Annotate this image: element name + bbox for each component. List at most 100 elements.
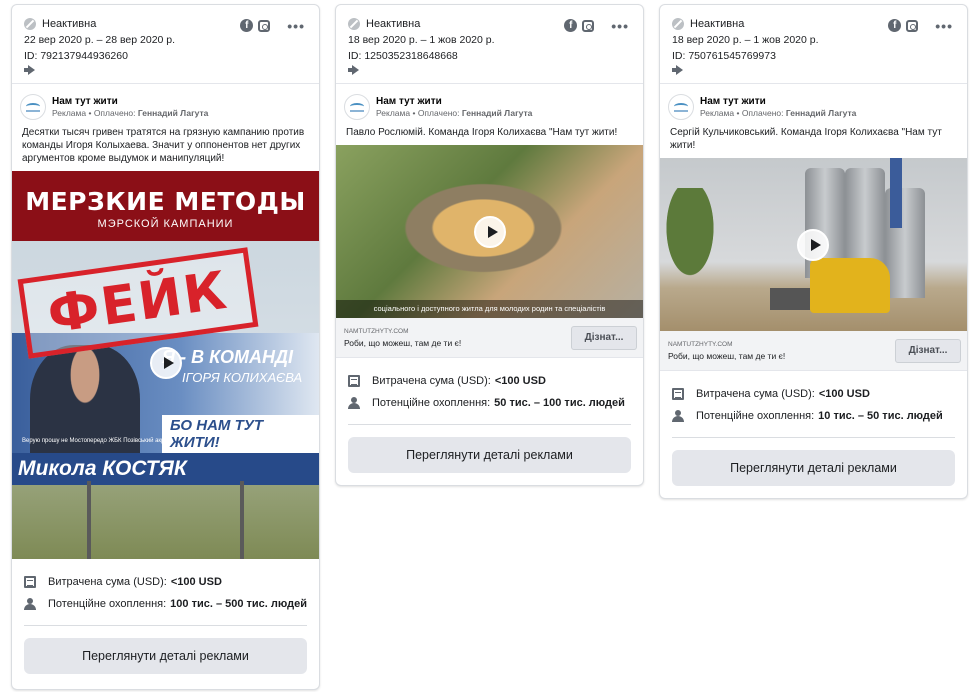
ad-card: Неактивна 22 вер 2020 р. – 28 вер 2020 р…: [11, 4, 320, 690]
inactive-icon: [24, 18, 36, 30]
page-name[interactable]: Нам тут жити: [376, 96, 532, 108]
ad-header: Нам тут жити Реклама • Оплачено: Геннади…: [660, 84, 967, 122]
avatar[interactable]: [20, 94, 46, 120]
reach-value: 50 тис. – 100 тис. людей: [494, 397, 625, 409]
platforms: f •••: [888, 19, 953, 33]
document-icon: [672, 388, 684, 400]
ad-meta: Неактивна 18 вер 2020 р. – 1 жов 2020 р.…: [660, 5, 967, 84]
sponsored-label: Реклама: [52, 107, 87, 118]
tower: [890, 158, 902, 228]
platforms: f •••: [240, 19, 305, 33]
megaphone-icon: [672, 65, 686, 75]
play-icon[interactable]: [149, 347, 182, 379]
paid-by-prefix: • Оплачено:: [736, 107, 784, 118]
spent-row: Витрачена сума (USD): <100 USD: [24, 571, 307, 593]
date-range: 18 вер 2020 р. – 1 жов 2020 р.: [348, 34, 495, 46]
sponsored-line: Реклама • Оплачено: Геннадий Лагута: [700, 108, 856, 119]
reach-row: Потенційне охоплення: 100 тис. – 500 тис…: [24, 593, 307, 615]
status-label: Неактивна: [366, 18, 421, 30]
paid-by-prefix: • Оплачено:: [412, 107, 460, 118]
reach-label: Потенційне охоплення:: [372, 397, 491, 409]
play-icon[interactable]: [797, 228, 829, 261]
status-label: Неактивна: [690, 18, 745, 30]
document-icon: [348, 375, 360, 387]
spent-value: <100 USD: [494, 375, 546, 387]
reach-value: 10 тис. – 50 тис. людей: [818, 410, 943, 422]
link-preview[interactable]: NAMTUTZHYTY.COM Роби, що можеш, там де т…: [660, 331, 967, 371]
reach-row: Потенційне охоплення: 10 тис. – 50 тис. …: [672, 405, 955, 427]
avatar[interactable]: [344, 94, 370, 120]
ad-video[interactable]: [660, 158, 967, 331]
billboard-small-text: Верую прошу не Мостопередо ЖБК Позівськи…: [22, 438, 165, 444]
ad-video[interactable]: соціального і доступного житла для молод…: [336, 145, 643, 318]
link-caption: Роби, що можеш, там де ти є!: [344, 337, 462, 348]
billboard-line1: Я - В КОМАНДІ: [162, 347, 293, 367]
date-range: 18 вер 2020 р. – 1 жов 2020 р.: [672, 34, 819, 46]
spent-label: Витрачена сума (USD):: [48, 576, 167, 588]
facebook-icon: f: [888, 19, 902, 32]
ad-id: ID: 1250352318648668: [348, 50, 458, 62]
people-icon: [348, 397, 360, 409]
paid-by: Геннадий Лагута: [137, 107, 209, 118]
spent-row: Витрачена сума (USD): <100 USD: [348, 370, 631, 392]
loader: [770, 258, 890, 313]
more-options-icon[interactable]: •••: [287, 19, 305, 33]
instagram-icon: [906, 19, 919, 32]
learn-more-button[interactable]: Дізнат...: [895, 338, 961, 363]
spent-label: Витрачена сума (USD):: [696, 388, 815, 400]
facebook-icon: f: [564, 19, 578, 32]
ad-id: ID: 792137944936260: [24, 50, 128, 62]
page-name[interactable]: Нам тут жити: [52, 96, 208, 108]
instagram-icon: [258, 19, 271, 32]
poster-headline: МЕРЗКИЕ МЕТОДЫ: [25, 187, 306, 216]
tree: [660, 188, 720, 288]
facebook-icon: f: [240, 19, 254, 32]
poster-banner: МЕРЗКИЕ МЕТОДЫ МЭРСКОЙ КАМПАНИИ: [12, 171, 319, 241]
post: [87, 481, 91, 559]
people-icon: [24, 598, 36, 610]
sponsored-line: Реклама • Оплачено: Геннадий Лагута: [52, 108, 208, 119]
spent-value: <100 USD: [818, 388, 870, 400]
reach-value: 100 тис. – 500 тис. людей: [170, 598, 308, 610]
learn-more-button[interactable]: Дізнат...: [571, 325, 637, 350]
play-icon[interactable]: [473, 215, 506, 248]
sponsored-label: Реклама: [376, 107, 411, 118]
people-icon: [672, 410, 684, 422]
billboard-slogan: БО НАМ ТУТ ЖИТИ!: [162, 415, 319, 453]
ad-header: Нам тут жити Реклама • Оплачено: Геннади…: [336, 84, 643, 122]
ad-meta: Неактивна 18 вер 2020 р. – 1 жов 2020 р.…: [336, 5, 643, 84]
page-name[interactable]: Нам тут жити: [700, 96, 856, 108]
reach-row: Потенційне охоплення: 50 тис. – 100 тис.…: [348, 392, 631, 414]
poster-subheadline: МЭРСКОЙ КАМПАНИИ: [97, 218, 234, 230]
ad-text: Десятки тысяч гривен тратятся на грязную…: [22, 127, 305, 164]
ad-stats: Витрачена сума (USD): <100 USD Потенційн…: [660, 371, 967, 427]
see-ad-details-button[interactable]: Переглянути деталі реклами: [672, 450, 955, 486]
see-ad-details-button[interactable]: Переглянути деталі реклами: [348, 437, 631, 473]
divider: [24, 625, 307, 626]
ad-stats: Витрачена сума (USD): <100 USD Потенційн…: [336, 358, 643, 414]
divider: [672, 437, 955, 438]
paid-by: Геннадий Лагута: [461, 107, 533, 118]
link-domain: NAMTUTZHYTY.COM: [668, 340, 733, 348]
spent-value: <100 USD: [170, 576, 222, 588]
see-ad-details-button[interactable]: Переглянути деталі реклами: [24, 638, 307, 674]
divider: [348, 424, 631, 425]
sponsored-line: Реклама • Оплачено: Геннадий Лагута: [376, 108, 532, 119]
link-domain: NAMTUTZHYTY.COM: [344, 327, 409, 335]
inactive-icon: [348, 18, 360, 30]
avatar[interactable]: [668, 94, 694, 120]
more-options-icon[interactable]: •••: [935, 19, 953, 33]
ad-text: Павло Рослюмій. Команда Ігоря Колихаєва …: [346, 127, 618, 138]
sponsored-label: Реклама: [700, 107, 735, 118]
ad-video[interactable]: МЕРЗКИЕ МЕТОДЫ МЭРСКОЙ КАМПАНИИ Я - В КО…: [12, 171, 319, 559]
status-label: Неактивна: [42, 18, 97, 30]
more-options-icon[interactable]: •••: [611, 19, 629, 33]
inactive-icon: [672, 18, 684, 30]
link-preview[interactable]: NAMTUTZHYTY.COM Роби, що можеш, там де т…: [336, 318, 643, 358]
document-icon: [24, 576, 36, 588]
ad-text: Сергій Кульчиковський. Команда Ігоря Кол…: [670, 127, 942, 151]
spent-row: Витрачена сума (USD): <100 USD: [672, 383, 955, 405]
ad-stats: Витрачена сума (USD): <100 USD Потенційн…: [12, 559, 319, 615]
paid-by: Геннадий Лагута: [785, 107, 857, 118]
billboard-line2: ІГОРЯ КОЛИХАЄВА: [182, 370, 303, 385]
